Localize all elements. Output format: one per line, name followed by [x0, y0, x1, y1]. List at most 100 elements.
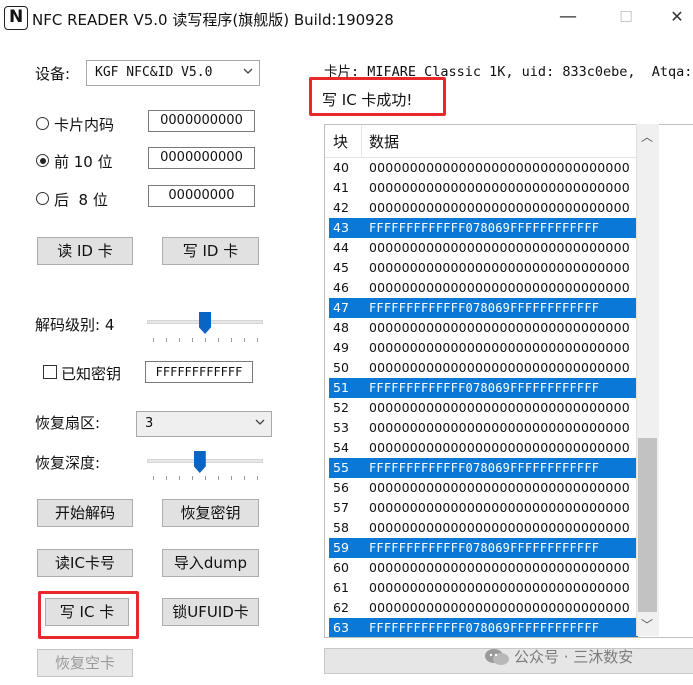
slider-tick	[192, 476, 193, 480]
restore-key-button[interactable]: 恢复密钥	[162, 499, 259, 527]
slider-tick	[205, 476, 206, 480]
column-separator	[361, 125, 362, 157]
chevron-down-icon	[255, 419, 265, 425]
block-number-cell: 46	[333, 280, 349, 295]
start-decode-button[interactable]: 开始解码	[37, 499, 133, 527]
block-number-cell: 48	[333, 320, 349, 335]
block-number-cell: 63	[333, 620, 349, 635]
table-row[interactable]: 48 00000000000000000000000000000000	[329, 318, 638, 338]
back-8-field[interactable]: 00000000	[148, 185, 255, 207]
radio-inner-code[interactable]	[36, 117, 49, 130]
restore-empty-card-button[interactable]: 恢复空卡	[37, 649, 133, 677]
block-data-cell: 00000000000000000000000000000000	[369, 480, 630, 495]
table-row[interactable]: 53 00000000000000000000000000000000	[329, 418, 638, 438]
slider-tick	[218, 476, 219, 480]
title-bar: N NFC READER V5.0 读写程序(旗舰版) Build:190928…	[0, 0, 693, 38]
table-row[interactable]: 50 00000000000000000000000000000000	[329, 358, 638, 378]
maximize-button[interactable]: ☐	[603, 4, 649, 30]
radio-back-8[interactable]	[36, 192, 49, 205]
minimize-button[interactable]: —	[545, 4, 591, 30]
block-data-cell: FFFFFFFFFFFFF078069FFFFFFFFFFFF	[369, 541, 600, 555]
block-number-cell: 54	[333, 440, 349, 455]
block-data-cell: FFFFFFFFFFFFF078069FFFFFFFFFFFF	[369, 221, 600, 235]
table-row[interactable]: 61 00000000000000000000000000000000	[329, 578, 638, 598]
table-row[interactable]: 42 00000000000000000000000000000000	[329, 198, 638, 218]
table-row[interactable]: 45 00000000000000000000000000000000	[329, 258, 638, 278]
block-data-cell: 00000000000000000000000000000000	[369, 500, 630, 515]
block-number-cell: 50	[333, 360, 349, 375]
table-row[interactable]: 59 FFFFFFFFFFFFF078069FFFFFFFFFFFF	[329, 538, 638, 558]
block-data-cell: 00000000000000000000000000000000	[369, 440, 630, 455]
table-row[interactable]: 55 FFFFFFFFFFFFF078069FFFFFFFFFFFF	[329, 458, 638, 478]
slider-tick	[179, 476, 180, 480]
table-row[interactable]: 47 FFFFFFFFFFFFF078069FFFFFFFFFFFF	[329, 298, 638, 318]
front-10-field[interactable]: 0000000000	[148, 147, 255, 169]
block-number-cell: 56	[333, 480, 349, 495]
block-data-cell: FFFFFFFFFFFFF078069FFFFFFFFFFFF	[369, 461, 600, 475]
restore-sector-select[interactable]: 3	[136, 411, 272, 437]
table-row[interactable]: 56 00000000000000000000000000000000	[329, 478, 638, 498]
scroll-up-arrow-icon[interactable]: ︿	[639, 128, 655, 144]
slider-tick	[153, 338, 154, 342]
block-data-cell: FFFFFFFFFFFFF078069FFFFFFFFFFFF	[369, 301, 600, 315]
block-number-cell: 45	[333, 260, 349, 275]
block-data-cell: FFFFFFFFFFFFF078069FFFFFFFFFFFF	[369, 621, 600, 635]
block-number-cell: 44	[333, 240, 349, 255]
table-row[interactable]: 54 00000000000000000000000000000000	[329, 438, 638, 458]
block-data-cell: 00000000000000000000000000000000	[369, 360, 630, 375]
block-data-cell: 00000000000000000000000000000000	[369, 420, 630, 435]
known-key-field[interactable]: FFFFFFFFFFFF	[145, 361, 253, 383]
table-row[interactable]: 40 00000000000000000000000000000000	[329, 158, 638, 178]
block-number-cell: 62	[333, 600, 349, 615]
import-dump-button[interactable]: 导入dump	[162, 549, 259, 577]
table-row[interactable]: 52 00000000000000000000000000000000	[329, 398, 638, 418]
table-row[interactable]: 51 FFFFFFFFFFFFF078069FFFFFFFFFFFF	[329, 378, 638, 398]
read-ic-number-button[interactable]: 读IC卡号	[37, 549, 133, 577]
read-id-button[interactable]: 读 ID 卡	[37, 237, 133, 265]
write-id-button[interactable]: 写 ID 卡	[162, 237, 259, 265]
inner-code-label: 卡片内码	[54, 116, 115, 134]
device-select[interactable]: KGF NFC&ID V5.0	[86, 60, 260, 86]
table-row[interactable]: 58 00000000000000000000000000000000	[329, 518, 638, 538]
table-row[interactable]: 46 00000000000000000000000000000000	[329, 278, 638, 298]
block-number-cell: 41	[333, 180, 349, 195]
scroll-down-arrow-icon[interactable]: ﹀	[639, 616, 655, 632]
table-row[interactable]: 60 00000000000000000000000000000000	[329, 558, 638, 578]
column-header-block[interactable]: 块	[333, 131, 348, 152]
window-title: NFC READER V5.0 读写程序(旗舰版) Build:190928	[32, 11, 394, 29]
table-row[interactable]: 63 FFFFFFFFFFFFF078069FFFFFFFFFFFF	[329, 618, 638, 637]
slider-tick	[244, 338, 245, 342]
table-row[interactable]: 62 00000000000000000000000000000000	[329, 598, 638, 618]
slider-tick	[192, 338, 193, 342]
restore-depth-slider-thumb[interactable]	[193, 451, 206, 473]
table-row[interactable]: 49 00000000000000000000000000000000	[329, 338, 638, 358]
block-number-cell: 49	[333, 340, 349, 355]
block-data-cell: 00000000000000000000000000000000	[369, 600, 630, 615]
table-row[interactable]: 57 00000000000000000000000000000000	[329, 498, 638, 518]
inner-code-field[interactable]: 0000000000	[148, 110, 255, 132]
chevron-down-icon	[243, 68, 253, 74]
block-data-cell: 00000000000000000000000000000000	[369, 200, 630, 215]
lock-ufuid-button[interactable]: 锁UFUID卡	[162, 598, 259, 626]
scrollbar-thumb[interactable]	[638, 438, 657, 612]
block-number-cell: 47	[333, 300, 349, 315]
known-key-checkbox[interactable]	[43, 365, 57, 379]
block-data-cell: 00000000000000000000000000000000	[369, 400, 630, 415]
block-data-cell: 00000000000000000000000000000000	[369, 280, 630, 295]
slider-tick	[166, 476, 167, 480]
close-button[interactable]: ✕	[654, 4, 693, 30]
radio-front-10[interactable]	[36, 154, 49, 167]
block-number-cell: 59	[333, 540, 349, 555]
table-row[interactable]: 43 FFFFFFFFFFFFF078069FFFFFFFFFFFF	[329, 218, 638, 238]
table-row[interactable]: 44 00000000000000000000000000000000	[329, 238, 638, 258]
block-data-cell: FFFFFFFFFFFFF078069FFFFFFFFFFFF	[369, 381, 600, 395]
column-header-data[interactable]: 数据	[369, 131, 399, 152]
back-8-label: 后 8 位	[54, 191, 108, 209]
block-number-cell: 57	[333, 500, 349, 515]
table-row[interactable]: 41 00000000000000000000000000000000	[329, 178, 638, 198]
slider-tick	[179, 338, 180, 342]
decode-level-slider-thumb[interactable]	[199, 312, 211, 334]
slider-tick	[218, 338, 219, 342]
slider-tick	[231, 476, 232, 480]
block-number-cell: 40	[333, 160, 349, 175]
